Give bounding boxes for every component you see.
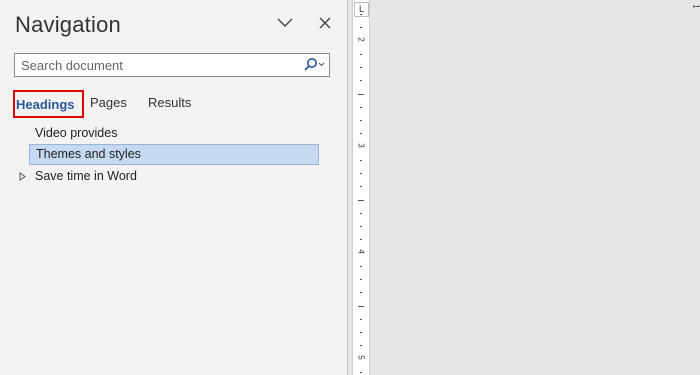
tab-results[interactable]: Results <box>148 90 191 118</box>
search-input[interactable] <box>15 54 295 76</box>
ruler-tick <box>360 14 362 15</box>
ruler-tick <box>360 226 362 227</box>
ruler-number: 4 <box>356 249 366 254</box>
ruler-tick <box>360 107 362 108</box>
ruler-tick <box>360 319 362 320</box>
ruler-tick <box>360 67 362 68</box>
expand-toggle[interactable] <box>17 166 27 187</box>
heading-item-themes-and-styles[interactable]: Themes and styles <box>29 144 319 165</box>
ruler-number: 1 <box>691 4 700 9</box>
ruler-tick <box>360 279 362 280</box>
ruler-tick <box>360 239 362 240</box>
ruler-tick <box>360 120 362 121</box>
ruler-number: 2 <box>356 37 366 42</box>
ruler-tick <box>358 306 364 307</box>
tab-selector-glyph: L <box>358 4 364 14</box>
ruler-tick <box>360 332 362 333</box>
chevron-down-icon <box>277 18 293 27</box>
ruler-tick <box>360 345 362 346</box>
ruler-tick <box>360 160 362 161</box>
ruler-tick <box>360 186 362 187</box>
tab-pages[interactable]: Pages <box>90 90 127 118</box>
ruler-tick <box>360 266 362 267</box>
ruler-tick <box>358 94 364 95</box>
pane-title: Navigation <box>15 12 121 37</box>
ruler-tick <box>358 200 364 201</box>
pane-close-button[interactable] <box>314 12 336 34</box>
ruler-tick <box>360 213 362 214</box>
word-window: Navigation Headings Pag <box>0 0 700 375</box>
ruler-tick <box>360 80 362 81</box>
search-box <box>14 53 330 77</box>
document-canvas[interactable]: 1 <box>371 0 700 375</box>
navigation-pane: Navigation Headings Pag <box>0 0 348 375</box>
ruler-tick <box>360 133 362 134</box>
triangle-right-icon <box>19 172 26 181</box>
pane-options-button[interactable] <box>274 12 296 34</box>
ruler-tick <box>360 27 362 28</box>
search-icon <box>304 58 325 71</box>
heading-item-video-provides[interactable]: Video provides <box>29 123 319 144</box>
close-icon <box>319 17 331 29</box>
tab-headings[interactable]: Headings <box>13 90 84 118</box>
ruler-tick <box>360 292 362 293</box>
ruler-number: 5 <box>356 355 366 360</box>
ruler-tick <box>360 173 362 174</box>
heading-item-save-time-in-word[interactable]: Save time in Word <box>29 166 319 187</box>
ruler-number: 3 <box>356 143 366 148</box>
search-button[interactable] <box>301 56 327 74</box>
ruler-tick <box>360 372 362 373</box>
ruler-tick <box>360 54 362 55</box>
